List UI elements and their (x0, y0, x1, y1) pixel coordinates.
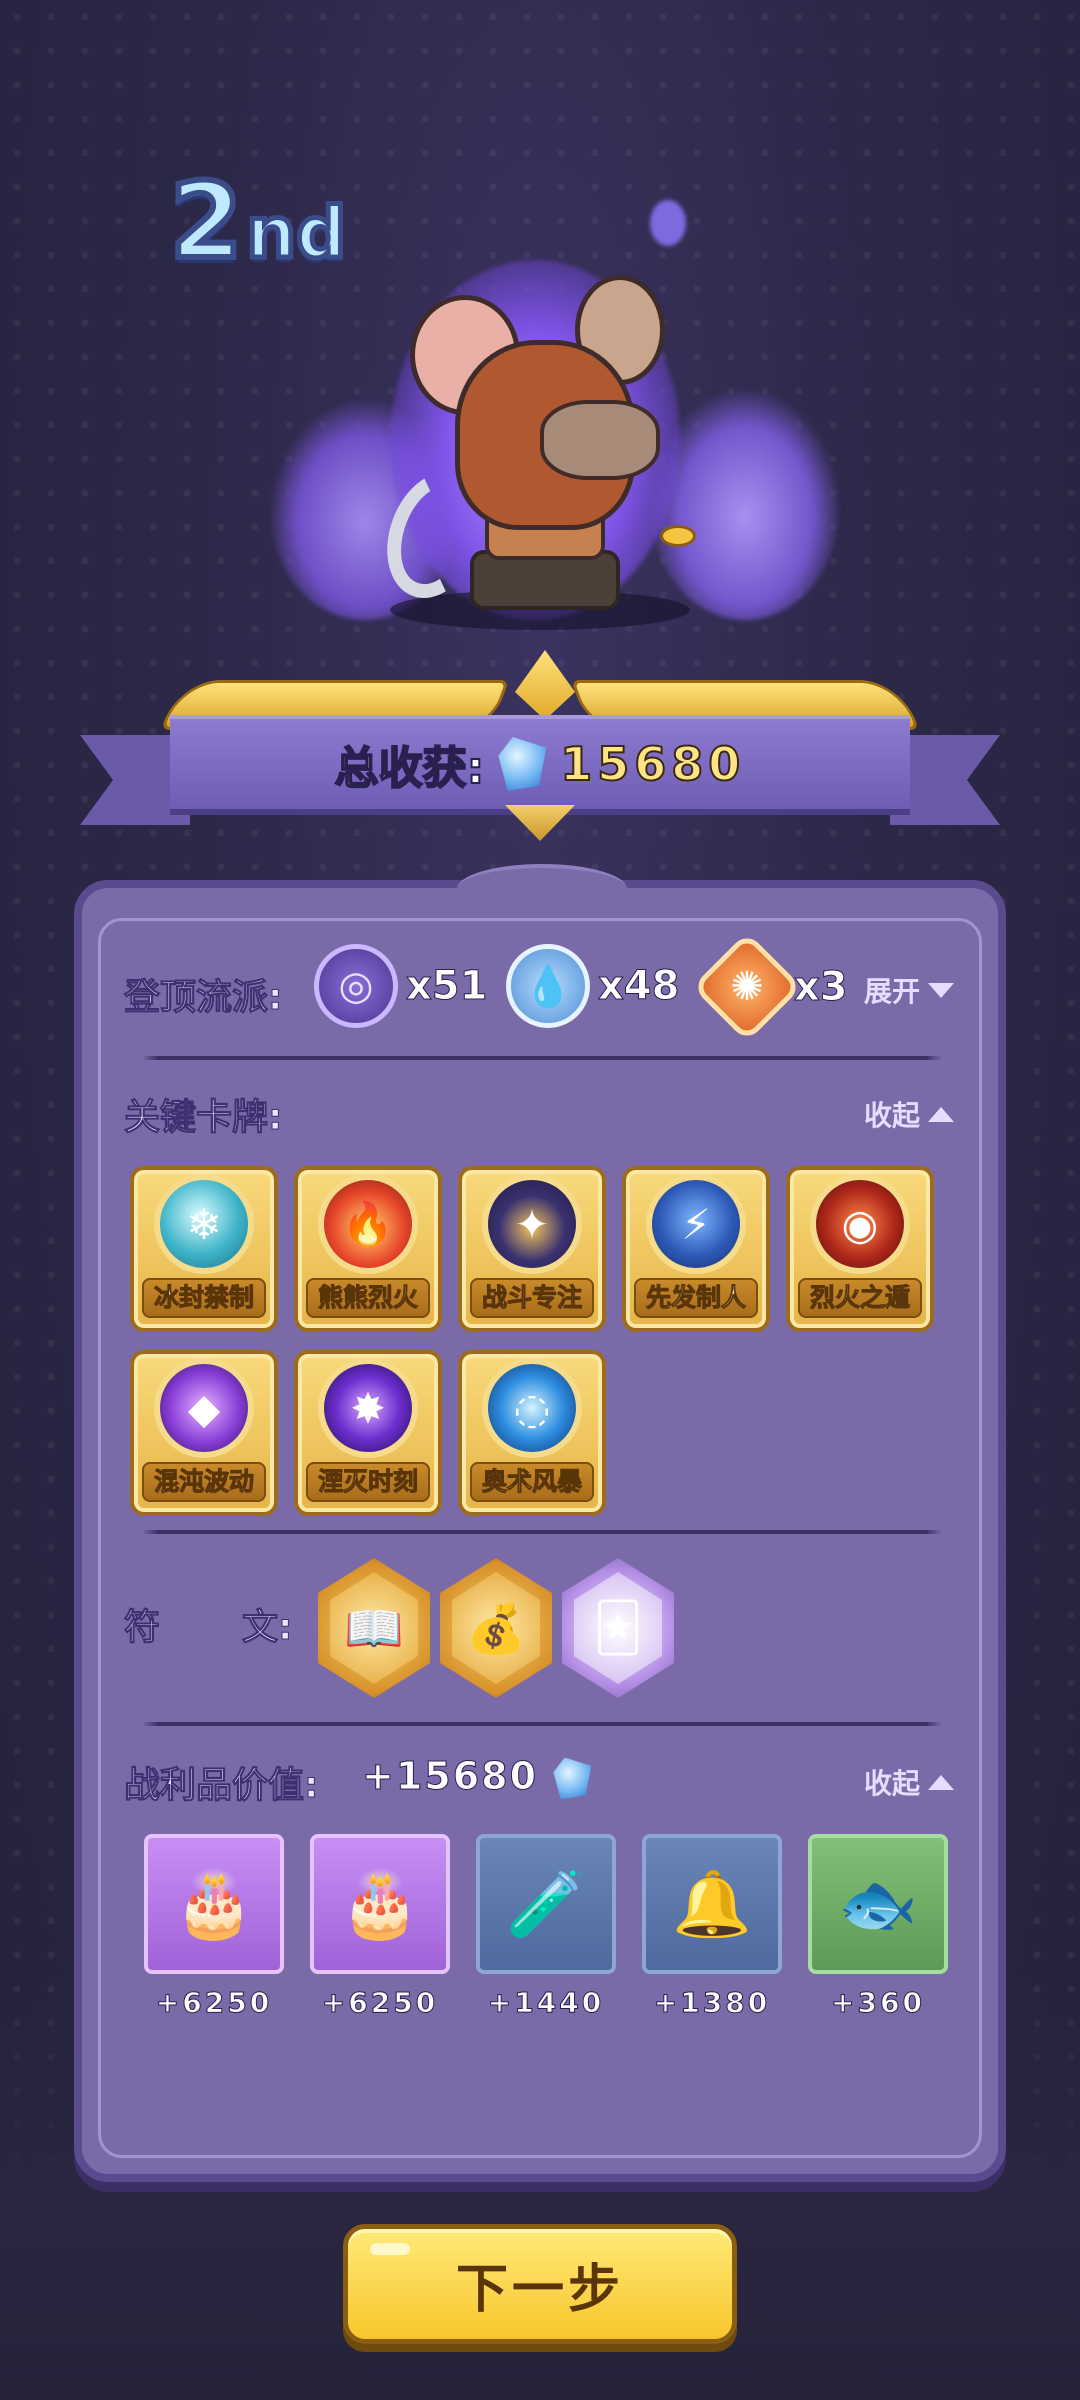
key-cards-label: 关键卡牌: (123, 1097, 283, 1139)
card-name: 烈火之遁 (798, 1278, 922, 1318)
card-name: 熊熊烈火 (306, 1278, 430, 1318)
total-harvest-label: 总收获: (334, 742, 486, 795)
card-fire-escape[interactable]: ◉ 烈火之遁 (786, 1166, 934, 1332)
strike-card-icon: ⚡ (646, 1174, 746, 1274)
panel-notch (457, 864, 627, 914)
loot-value: +6250 (321, 1986, 439, 2020)
card-name: 奥术风暴 (470, 1462, 594, 1502)
toggle-label: 展开 (864, 975, 921, 1008)
card-ice-seal[interactable]: ❄ 冰封禁制 (130, 1166, 278, 1332)
character-face (540, 400, 660, 480)
gold-coin (660, 525, 696, 547)
treasure-bag-rune-icon: 💰 (452, 1572, 540, 1684)
chaos-school-icon: ◎ (314, 944, 398, 1028)
fire-glyph: ✺ (730, 963, 764, 1010)
section-divider (142, 1056, 942, 1060)
chaos-card-icon: ◆ (154, 1358, 254, 1458)
key-cards-collapse-toggle[interactable]: 收起 (864, 1094, 955, 1134)
section-divider (142, 1722, 942, 1726)
school-count: x51 (405, 963, 488, 1010)
total-harvest-banner: 总收获: 15680 (170, 715, 910, 815)
card-preemptive-strike[interactable]: ⚡ 先发制人 (622, 1166, 770, 1332)
card-chaos-wave[interactable]: ◆ 混沌波动 (130, 1350, 278, 1516)
card-blazing-fire[interactable]: 🔥 熊熊烈火 (294, 1166, 442, 1332)
total-harvest-value: 15680 (559, 736, 746, 792)
school-chaos: ◎ x51 (314, 944, 488, 1028)
potion-bottle-icon: 🧪 (476, 1834, 616, 1974)
toggle-label: 收起 (864, 1099, 921, 1132)
card-name: 湮灭时刻 (306, 1462, 430, 1502)
runes-label-right: 文: (241, 1607, 293, 1649)
next-step-button[interactable]: 下一步 (343, 2224, 737, 2344)
loot-item[interactable]: 🐟 +360 (808, 1834, 948, 2020)
loot-item[interactable]: 🧪 +1440 (476, 1834, 616, 2020)
loot-total: +15680 (361, 1754, 592, 1800)
summary-panel: 登顶流派: ◎ x51 💧 x48 ✺ x3 展开 关键卡牌: 收起 ❄ 冰封禁… (74, 864, 1006, 2182)
chevron-up-icon (928, 1106, 955, 1122)
school-count: x48 (597, 963, 680, 1010)
fire-shield-card-icon: ◉ (810, 1174, 910, 1274)
fish-cake-icon: 🐟 (808, 1834, 948, 1974)
rank-number: 2 (167, 157, 245, 285)
schools-expand-toggle[interactable]: 展开 (864, 970, 955, 1010)
character-portrait (240, 190, 860, 650)
loot-value: +1380 (653, 1986, 771, 2020)
crown-ornament (515, 650, 575, 720)
chevron-down-icon (928, 982, 955, 998)
loot-total-value: +15680 (361, 1754, 539, 1799)
purple-flame-spark (650, 200, 686, 246)
school-count: x3 (794, 964, 849, 1011)
loot-value: +1440 (487, 1986, 605, 2020)
next-step-label: 下一步 (455, 2259, 624, 2320)
arcane-school-icon: 💧 (506, 944, 590, 1028)
storm-card-icon: ◌ (482, 1358, 582, 1458)
card-name: 战斗专注 (470, 1278, 594, 1318)
card-annihilation-moment[interactable]: ✸ 湮灭时刻 (294, 1350, 442, 1516)
banner-ornament (505, 805, 575, 841)
void-card-icon: ✸ (318, 1358, 418, 1458)
toggle-label: 收起 (864, 1767, 921, 1800)
card-name: 先发制人 (634, 1278, 758, 1318)
section-divider (142, 1530, 942, 1534)
gem-icon (498, 737, 547, 791)
chevron-up-icon (928, 1774, 955, 1790)
bell-icon: 🔔 (642, 1834, 782, 1974)
ice-card-icon: ❄ (154, 1174, 254, 1274)
loot-item[interactable]: 🔔 +1380 (642, 1834, 782, 2020)
school-fire: ✺ x3 (691, 931, 849, 1043)
treasure-cake-icon: 🎂 (310, 1834, 450, 1974)
card-name: 混沌波动 (142, 1462, 266, 1502)
focus-card-icon: ✦ (482, 1174, 582, 1274)
card-check-rune-icon: 🃏 (574, 1572, 662, 1684)
gem-icon (553, 1757, 592, 1800)
fire-card-icon: 🔥 (318, 1174, 418, 1274)
loot-collapse-toggle[interactable]: 收起 (864, 1762, 955, 1802)
loot-item[interactable]: 🎂 +6250 (310, 1834, 450, 2020)
school-arcane: 💧 x48 (506, 944, 680, 1028)
loot-item[interactable]: 🎂 +6250 (144, 1834, 284, 2020)
treasure-cake-icon: 🎂 (144, 1834, 284, 1974)
card-name: 冰封禁制 (142, 1278, 266, 1318)
gold-coins-book-rune-icon: 📖 (330, 1572, 418, 1684)
loot-value: +6250 (155, 1986, 273, 2020)
card-battle-focus[interactable]: ✦ 战斗专注 (458, 1166, 606, 1332)
loot-label: 战利品价值: (123, 1765, 319, 1807)
runes-label-left: 符 (123, 1607, 161, 1649)
schools-label: 登顶流派: (123, 977, 283, 1019)
card-arcane-storm[interactable]: ◌ 奥术风暴 (458, 1350, 606, 1516)
fire-school-icon: ✺ (691, 931, 803, 1043)
button-shine (370, 2243, 410, 2255)
loot-value: +360 (831, 1986, 925, 2020)
